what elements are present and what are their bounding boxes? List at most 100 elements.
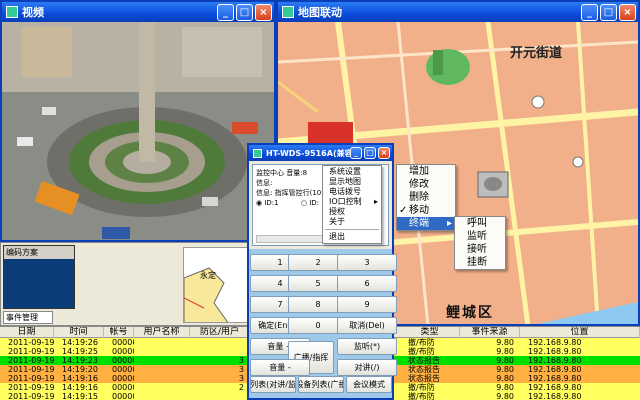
- column-header[interactable]: 防区/用户: [190, 327, 250, 338]
- menu-item-add[interactable]: 增加: [397, 165, 455, 178]
- table-cell-account: 000000: [112, 392, 134, 400]
- submenu-item-answer[interactable]: 接听: [455, 243, 505, 256]
- table-cell-location: 192.168.9.80: [528, 338, 582, 347]
- column-header[interactable]: 用户名称: [134, 327, 190, 338]
- table-cell-time: 14:19:16: [62, 383, 98, 392]
- list-broadcast-button[interactable]: 设备列表(广播: [298, 376, 344, 393]
- control-titlebar[interactable]: HT-WDS-9516A(兼容版)F _ □ ×: [249, 145, 392, 161]
- table-cell-account: 000000: [112, 374, 134, 383]
- table-cell-date: 2011-09-19: [8, 374, 54, 383]
- video-window[interactable]: 视频 _ □ ×: [0, 0, 276, 242]
- menu-item-phone-dial[interactable]: 电话拨号: [323, 187, 381, 197]
- volume-down-button[interactable]: 音量 -: [250, 359, 310, 376]
- menu-item-system-settings[interactable]: 系统设置: [323, 167, 381, 177]
- submenu-arrow-icon: ▸: [446, 218, 452, 229]
- column-header[interactable]: 帐号: [104, 327, 134, 338]
- intercom-button[interactable]: 对讲(/): [337, 359, 397, 376]
- table-cell-time: 14:19:20: [62, 365, 98, 374]
- submenu-item-monitor[interactable]: 监听: [455, 230, 505, 243]
- map-titlebar[interactable]: 地图联动 _ □ ×: [278, 2, 638, 22]
- maximize-icon[interactable]: □: [236, 3, 253, 21]
- conference-mode-button[interactable]: 会议模式: [346, 376, 392, 393]
- map-context-menu[interactable]: 增加 修改 删除 ✓ 移动 终端 ▸: [396, 164, 456, 231]
- coding-scheme-list[interactable]: 编码方案: [3, 245, 75, 309]
- table-cell-zone: 3: [238, 365, 244, 374]
- left-panel: 编码方案 事件管理 永定: [0, 242, 276, 326]
- tab-event-management[interactable]: 事件管理: [3, 311, 53, 324]
- menu-item-edit[interactable]: 修改: [397, 178, 455, 191]
- key-9[interactable]: 9: [337, 296, 397, 313]
- table-cell-date: 2011-09-19: [8, 365, 54, 374]
- column-header[interactable]: 位置: [520, 327, 640, 338]
- table-cell-zone: 3: [238, 374, 244, 383]
- video-window-title: 视频: [22, 6, 44, 19]
- menu-item-move[interactable]: ✓ 移动: [397, 204, 455, 217]
- table-cell-source: 9.80: [496, 383, 514, 392]
- video-titlebar[interactable]: 视频 _ □ ×: [2, 2, 274, 22]
- close-icon[interactable]: ×: [255, 3, 272, 21]
- info-value-2: 指挥管控行(10): [274, 189, 324, 197]
- table-cell-source: 9.80: [496, 338, 514, 347]
- video-feed: [2, 22, 274, 240]
- close-icon[interactable]: ×: [619, 3, 636, 21]
- map-window-title: 地图联动: [298, 6, 342, 19]
- table-cell-source: 9.80: [496, 374, 514, 383]
- menu-item-terminal[interactable]: 终端 ▸: [397, 217, 455, 230]
- menu-item-io-control[interactable]: IO口控制 ▸: [323, 197, 381, 207]
- info-scrollbar[interactable]: [256, 235, 328, 243]
- terminal-submenu[interactable]: 呼叫 监听 接听 挂断: [454, 216, 506, 270]
- monitor-center-label: 监控中心: [256, 169, 284, 177]
- table-cell-time: 14:19:26: [62, 338, 98, 347]
- key-6[interactable]: 6: [337, 275, 397, 292]
- menu-item-about[interactable]: 关于: [323, 217, 381, 227]
- minimize-icon[interactable]: _: [217, 3, 234, 21]
- list-intercom-button[interactable]: 列表(对讲/监: [250, 376, 296, 393]
- map-label-district: 鲤城区: [446, 305, 494, 321]
- table-cell-source: 9.80: [496, 365, 514, 374]
- menu-item-authorize[interactable]: 授权: [323, 207, 381, 217]
- table-cell-source: 9.80: [496, 356, 514, 365]
- table-cell-date: 2011-09-19: [8, 383, 54, 392]
- table-cell-location: 192.168.9.80: [528, 356, 582, 365]
- submenu-item-call[interactable]: 呼叫: [455, 217, 505, 230]
- app-icon: [6, 6, 18, 18]
- menu-separator: [325, 227, 379, 230]
- table-cell-time: 14:19:15: [62, 392, 98, 400]
- table-cell-date: 2011-09-19: [8, 356, 54, 365]
- maximize-icon[interactable]: □: [600, 3, 617, 21]
- column-header[interactable]: 类型: [400, 327, 460, 338]
- maximize-icon[interactable]: □: [364, 147, 376, 159]
- table-cell-source: 9.80: [496, 347, 514, 356]
- mini-map[interactable]: 永定: [183, 247, 251, 323]
- table-cell-time: 14:19:23: [62, 356, 98, 365]
- radio-id-1[interactable]: ◉ ID:1: [256, 199, 279, 207]
- table-cell-time: 14:19:16: [62, 374, 98, 383]
- table-cell-location: 192.168.9.80: [528, 374, 582, 383]
- radio-id-2[interactable]: ○ ID:: [301, 199, 319, 207]
- column-header[interactable]: 日期: [0, 327, 54, 338]
- minimize-icon[interactable]: _: [581, 3, 598, 21]
- column-header[interactable]: 事件来源: [460, 327, 520, 338]
- menu-item-show-map[interactable]: 显示地图: [323, 177, 381, 187]
- map-label-street: 开元街道: [510, 46, 563, 61]
- close-icon[interactable]: ×: [378, 147, 390, 159]
- cancel-button[interactable]: 取消(Del): [337, 317, 397, 334]
- table-cell-location: 192.168.9.80: [528, 383, 582, 392]
- menu-item-delete[interactable]: 删除: [397, 191, 455, 204]
- minimize-icon[interactable]: _: [350, 147, 362, 159]
- table-cell-type: 撤/布防: [408, 392, 435, 400]
- monitor-button[interactable]: 监听(*): [337, 338, 397, 355]
- system-context-menu[interactable]: 系统设置 显示地图 电话拨号 IO口控制 ▸ 授权 关于 退出: [322, 165, 382, 244]
- app-icon: [253, 148, 262, 158]
- table-cell-zone: 3: [238, 356, 244, 365]
- table-cell-type: 状态报告: [408, 374, 440, 383]
- mini-map-label: 永定: [200, 271, 216, 280]
- key-3[interactable]: 3: [337, 254, 397, 271]
- coding-scheme-header: 编码方案: [4, 246, 74, 259]
- info-label-1: 信息:: [256, 179, 273, 187]
- menu-item-exit[interactable]: 退出: [323, 232, 381, 242]
- table-cell-date: 2011-09-19: [8, 338, 54, 347]
- column-header[interactable]: 时间: [54, 327, 104, 338]
- submenu-arrow-icon: ▸: [373, 197, 378, 206]
- submenu-item-hangup[interactable]: 挂断: [455, 256, 505, 269]
